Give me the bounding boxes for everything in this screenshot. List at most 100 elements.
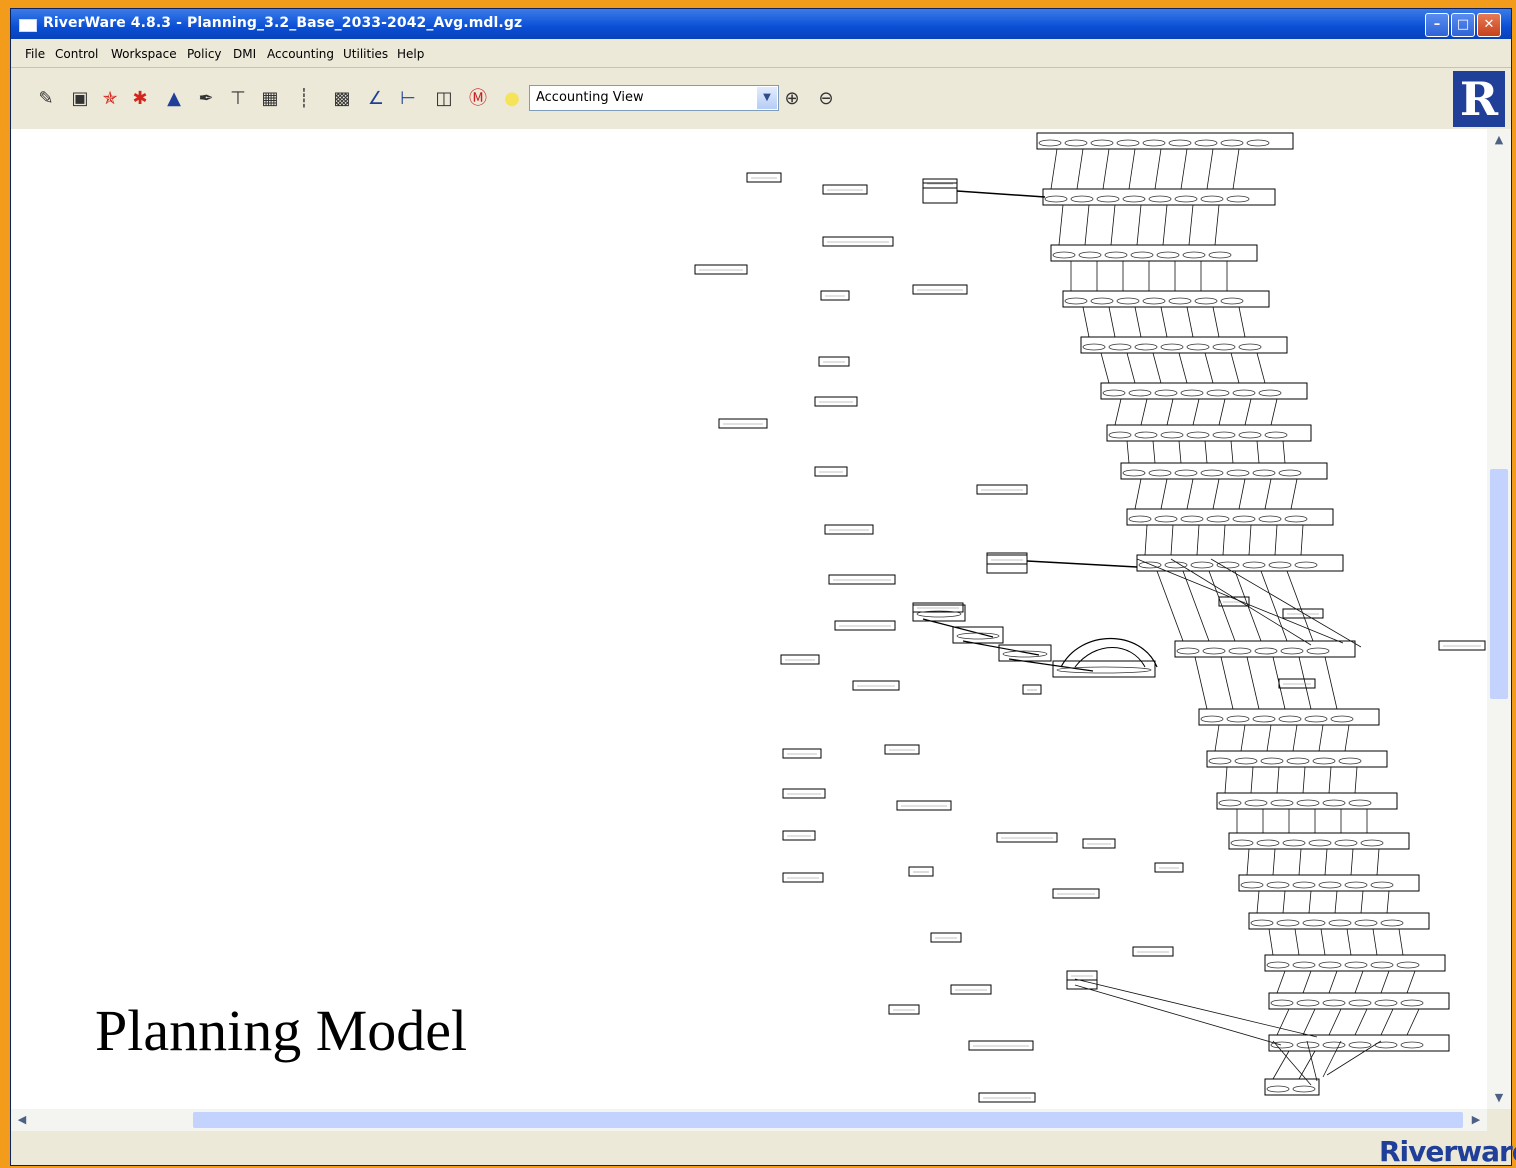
data-box (814, 396, 858, 407)
multi-run-icon[interactable]: ✱ (129, 87, 151, 111)
ladder-node (1134, 343, 1158, 351)
open-icon[interactable]: ✎ (35, 87, 57, 111)
ladder-node (1318, 961, 1342, 969)
ladder-node (1190, 561, 1214, 569)
ladder-node (1322, 1041, 1346, 1049)
ladder-node (1256, 839, 1280, 847)
chart-icon[interactable]: ┊ (293, 87, 315, 111)
workspace-canvas[interactable]: Planning Model (11, 129, 1487, 1109)
menu-control[interactable]: Control (55, 47, 98, 61)
ladder-node (1296, 999, 1320, 1007)
triangle-icon[interactable]: ▲ (163, 87, 185, 111)
ladder-node (1396, 961, 1420, 969)
menu-dmi[interactable]: DMI (233, 47, 256, 61)
ladder-node (1306, 647, 1330, 655)
zoom-in-icon[interactable]: ⊕ (781, 87, 803, 111)
run-icon[interactable]: ✯ (99, 87, 121, 111)
pencil-icon[interactable]: ✒ (195, 87, 217, 111)
connector-line (1246, 848, 1250, 876)
menu-help[interactable]: Help (397, 47, 424, 61)
connector-line (1074, 978, 1318, 1038)
database-icon[interactable]: ◫ (433, 87, 455, 111)
network-icon[interactable]: ▩ (331, 87, 353, 111)
link-icon[interactable]: ⊤ (227, 87, 249, 111)
grid-icon[interactable]: ▦ (259, 87, 281, 111)
ladder-node (1302, 919, 1326, 927)
view-select[interactable]: Accounting View ▼ (529, 85, 779, 111)
chevron-down-icon[interactable]: ▼ (757, 87, 777, 109)
connector-line (1222, 524, 1226, 556)
data-box (1022, 684, 1042, 695)
connector-line (1302, 970, 1312, 994)
data-box (884, 744, 920, 755)
ladder-node (1064, 139, 1088, 147)
connector-line (1204, 352, 1214, 384)
report-icon[interactable]: ⊢ (397, 87, 419, 111)
ladder-node (1090, 297, 1114, 305)
scroll-left-icon[interactable]: ◀ (13, 1111, 31, 1129)
ladder-node (1194, 139, 1218, 147)
connector-line (1354, 1008, 1368, 1036)
ladder-node (1116, 139, 1140, 147)
scroll-right-icon[interactable]: ▶ (1467, 1111, 1485, 1129)
dmi-icon[interactable]: Ⓜ (467, 87, 489, 111)
zoom-out-icon[interactable]: ⊖ (815, 87, 837, 111)
ladder-node (1344, 961, 1368, 969)
ladder-node (1180, 515, 1204, 523)
connector-line (1294, 928, 1300, 956)
save-icon[interactable]: ▣ (69, 87, 91, 111)
ladder-node (1328, 919, 1352, 927)
ladder-node (1200, 469, 1224, 477)
connector-line (1376, 848, 1380, 876)
ladder-node (1344, 881, 1368, 889)
close-button[interactable]: ✕ (1477, 13, 1501, 37)
menu-policy[interactable]: Policy (187, 47, 222, 61)
connector-line (1128, 148, 1136, 190)
ladder-node (1218, 799, 1242, 807)
ladder-node (1168, 297, 1192, 305)
data-box (986, 554, 1028, 565)
ladder-node (1230, 839, 1254, 847)
menu-workspace[interactable]: Workspace (111, 47, 177, 61)
connector-line (1186, 478, 1194, 510)
ladder-node (1116, 297, 1140, 305)
ladder-node (1334, 839, 1358, 847)
ladder-node (1292, 1085, 1316, 1093)
minimize-button[interactable]: – (1425, 13, 1449, 37)
vertical-scroll-thumb[interactable] (1490, 469, 1508, 699)
connector-line (1178, 440, 1182, 464)
ladder-node (1226, 469, 1250, 477)
connector-line (1380, 1008, 1394, 1036)
junction-arc (1074, 647, 1146, 668)
menu-file[interactable]: File (25, 47, 45, 61)
light-icon[interactable]: ● (501, 87, 523, 111)
vertical-scrollbar[interactable]: ▲ ▼ (1487, 129, 1511, 1109)
title-bar[interactable]: RiverWare 4.8.3 - Planning_3.2_Base_2033… (11, 9, 1511, 39)
ladder-node (1354, 919, 1378, 927)
plot-icon[interactable]: ∠ (365, 87, 387, 111)
data-box (818, 356, 850, 367)
menu-utilities[interactable]: Utilities (343, 47, 388, 61)
connector-line (1386, 890, 1390, 914)
branch-node (952, 626, 1004, 644)
data-box (814, 466, 848, 477)
scroll-up-icon[interactable]: ▲ (1490, 131, 1508, 149)
data-box (1052, 888, 1100, 899)
model-caption: Planning Model (95, 998, 468, 1063)
network-diagram (694, 132, 1486, 1103)
horizontal-scrollbar[interactable]: ◀ ▶ (11, 1109, 1487, 1131)
ladder-node (1304, 715, 1328, 723)
maximize-button[interactable]: □ (1451, 13, 1475, 37)
scroll-down-icon[interactable]: ▼ (1490, 1089, 1508, 1107)
ladder-node (1104, 251, 1128, 259)
ladder-node (1250, 919, 1274, 927)
horizontal-scroll-thumb[interactable] (193, 1112, 1463, 1128)
ladder-node (1312, 757, 1336, 765)
ladder-row (1268, 992, 1450, 1010)
ladder-node (1292, 881, 1316, 889)
ladder-node (1258, 515, 1282, 523)
ladder-node (1278, 715, 1302, 723)
menu-accounting[interactable]: Accounting (267, 47, 334, 61)
ladder-node (1186, 343, 1210, 351)
connector-line (1372, 928, 1378, 956)
